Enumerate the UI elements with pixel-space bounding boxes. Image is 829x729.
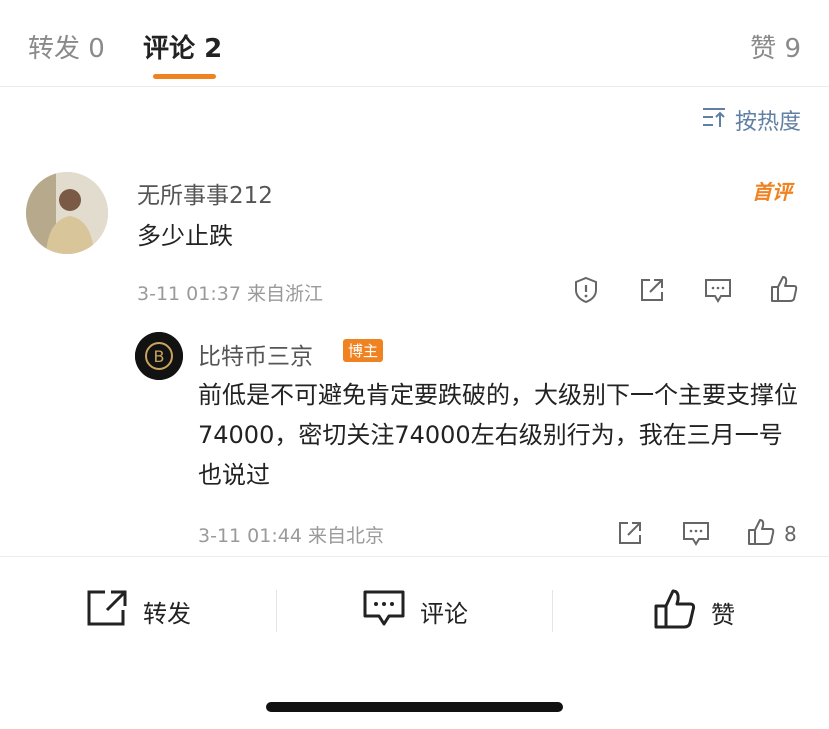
bottom-like-icon (653, 588, 697, 636)
bottom-divider (0, 556, 829, 557)
avatar[interactable] (26, 172, 108, 254)
comment-username[interactable]: 无所事事212 (137, 176, 273, 210)
first-comment-badge: 首评 (752, 180, 792, 204)
sort-button[interactable]: 按热度 (701, 104, 801, 136)
reply-comment-icon[interactable] (681, 519, 711, 551)
bottom-repost-label: 转发 (143, 599, 191, 628)
tab-likes-label: 赞 (750, 34, 777, 64)
active-tab-indicator (153, 74, 216, 79)
bottom-like-button[interactable]: 赞 (653, 588, 735, 636)
reply-text: 前低是不可避免肯定要跌破的，大级别下一个主要支撑位74000，密切关注74000… (198, 381, 798, 489)
tab-comments[interactable]: 评论 2 (143, 28, 222, 65)
reply-username[interactable]: 比特币三京 (198, 337, 313, 371)
sort-icon (701, 106, 727, 134)
comment-location: 来自浙江 (246, 283, 323, 305)
blogger-badge: 博主 (343, 339, 384, 362)
tab-comments-count: 2 (204, 34, 223, 64)
tab-repost-label: 转发 (28, 34, 81, 64)
tab-bar: 转发 0 评论 2 赞 9 (0, 0, 829, 87)
report-icon[interactable] (572, 276, 600, 308)
svg-text:B: B (154, 347, 165, 366)
bottom-comment-label: 评论 (420, 599, 468, 628)
reply-like-button[interactable]: 8 (746, 517, 797, 551)
comment-meta: 3-11 01:37 来自浙江 (137, 279, 323, 306)
share-icon[interactable] (638, 276, 666, 308)
sort-label: 按热度 (734, 110, 801, 135)
like-icon[interactable] (769, 274, 799, 308)
tab-likes[interactable]: 赞 9 (750, 28, 801, 65)
reply-location: 来自北京 (307, 525, 384, 547)
reply-share-icon[interactable] (616, 519, 644, 551)
reply-meta: 3-11 01:44 来自北京 (198, 521, 384, 548)
bottom-separator (276, 590, 277, 632)
bottom-comment-icon (362, 588, 406, 634)
bottom-separator (552, 590, 553, 632)
bottom-comment-button[interactable]: 评论 (362, 588, 468, 634)
comment-text: 多少止跌 (137, 222, 233, 250)
reply-like-icon (746, 517, 776, 551)
tab-likes-count: 9 (784, 34, 801, 64)
tab-repost-count: 0 (88, 34, 105, 64)
comment-icon[interactable] (703, 276, 733, 308)
bottom-repost-button[interactable]: 转发 (85, 588, 191, 634)
bottom-like-label: 赞 (711, 600, 735, 629)
repost-icon (85, 588, 129, 634)
reply-avatar[interactable]: B (135, 332, 183, 380)
tab-comments-label: 评论 (143, 34, 196, 64)
tab-repost[interactable]: 转发 0 (28, 28, 105, 65)
comment-time: 3-11 01:37 (137, 283, 241, 305)
reply-time: 3-11 01:44 (198, 525, 302, 547)
home-indicator (266, 702, 563, 712)
reply-like-count: 8 (784, 522, 797, 546)
